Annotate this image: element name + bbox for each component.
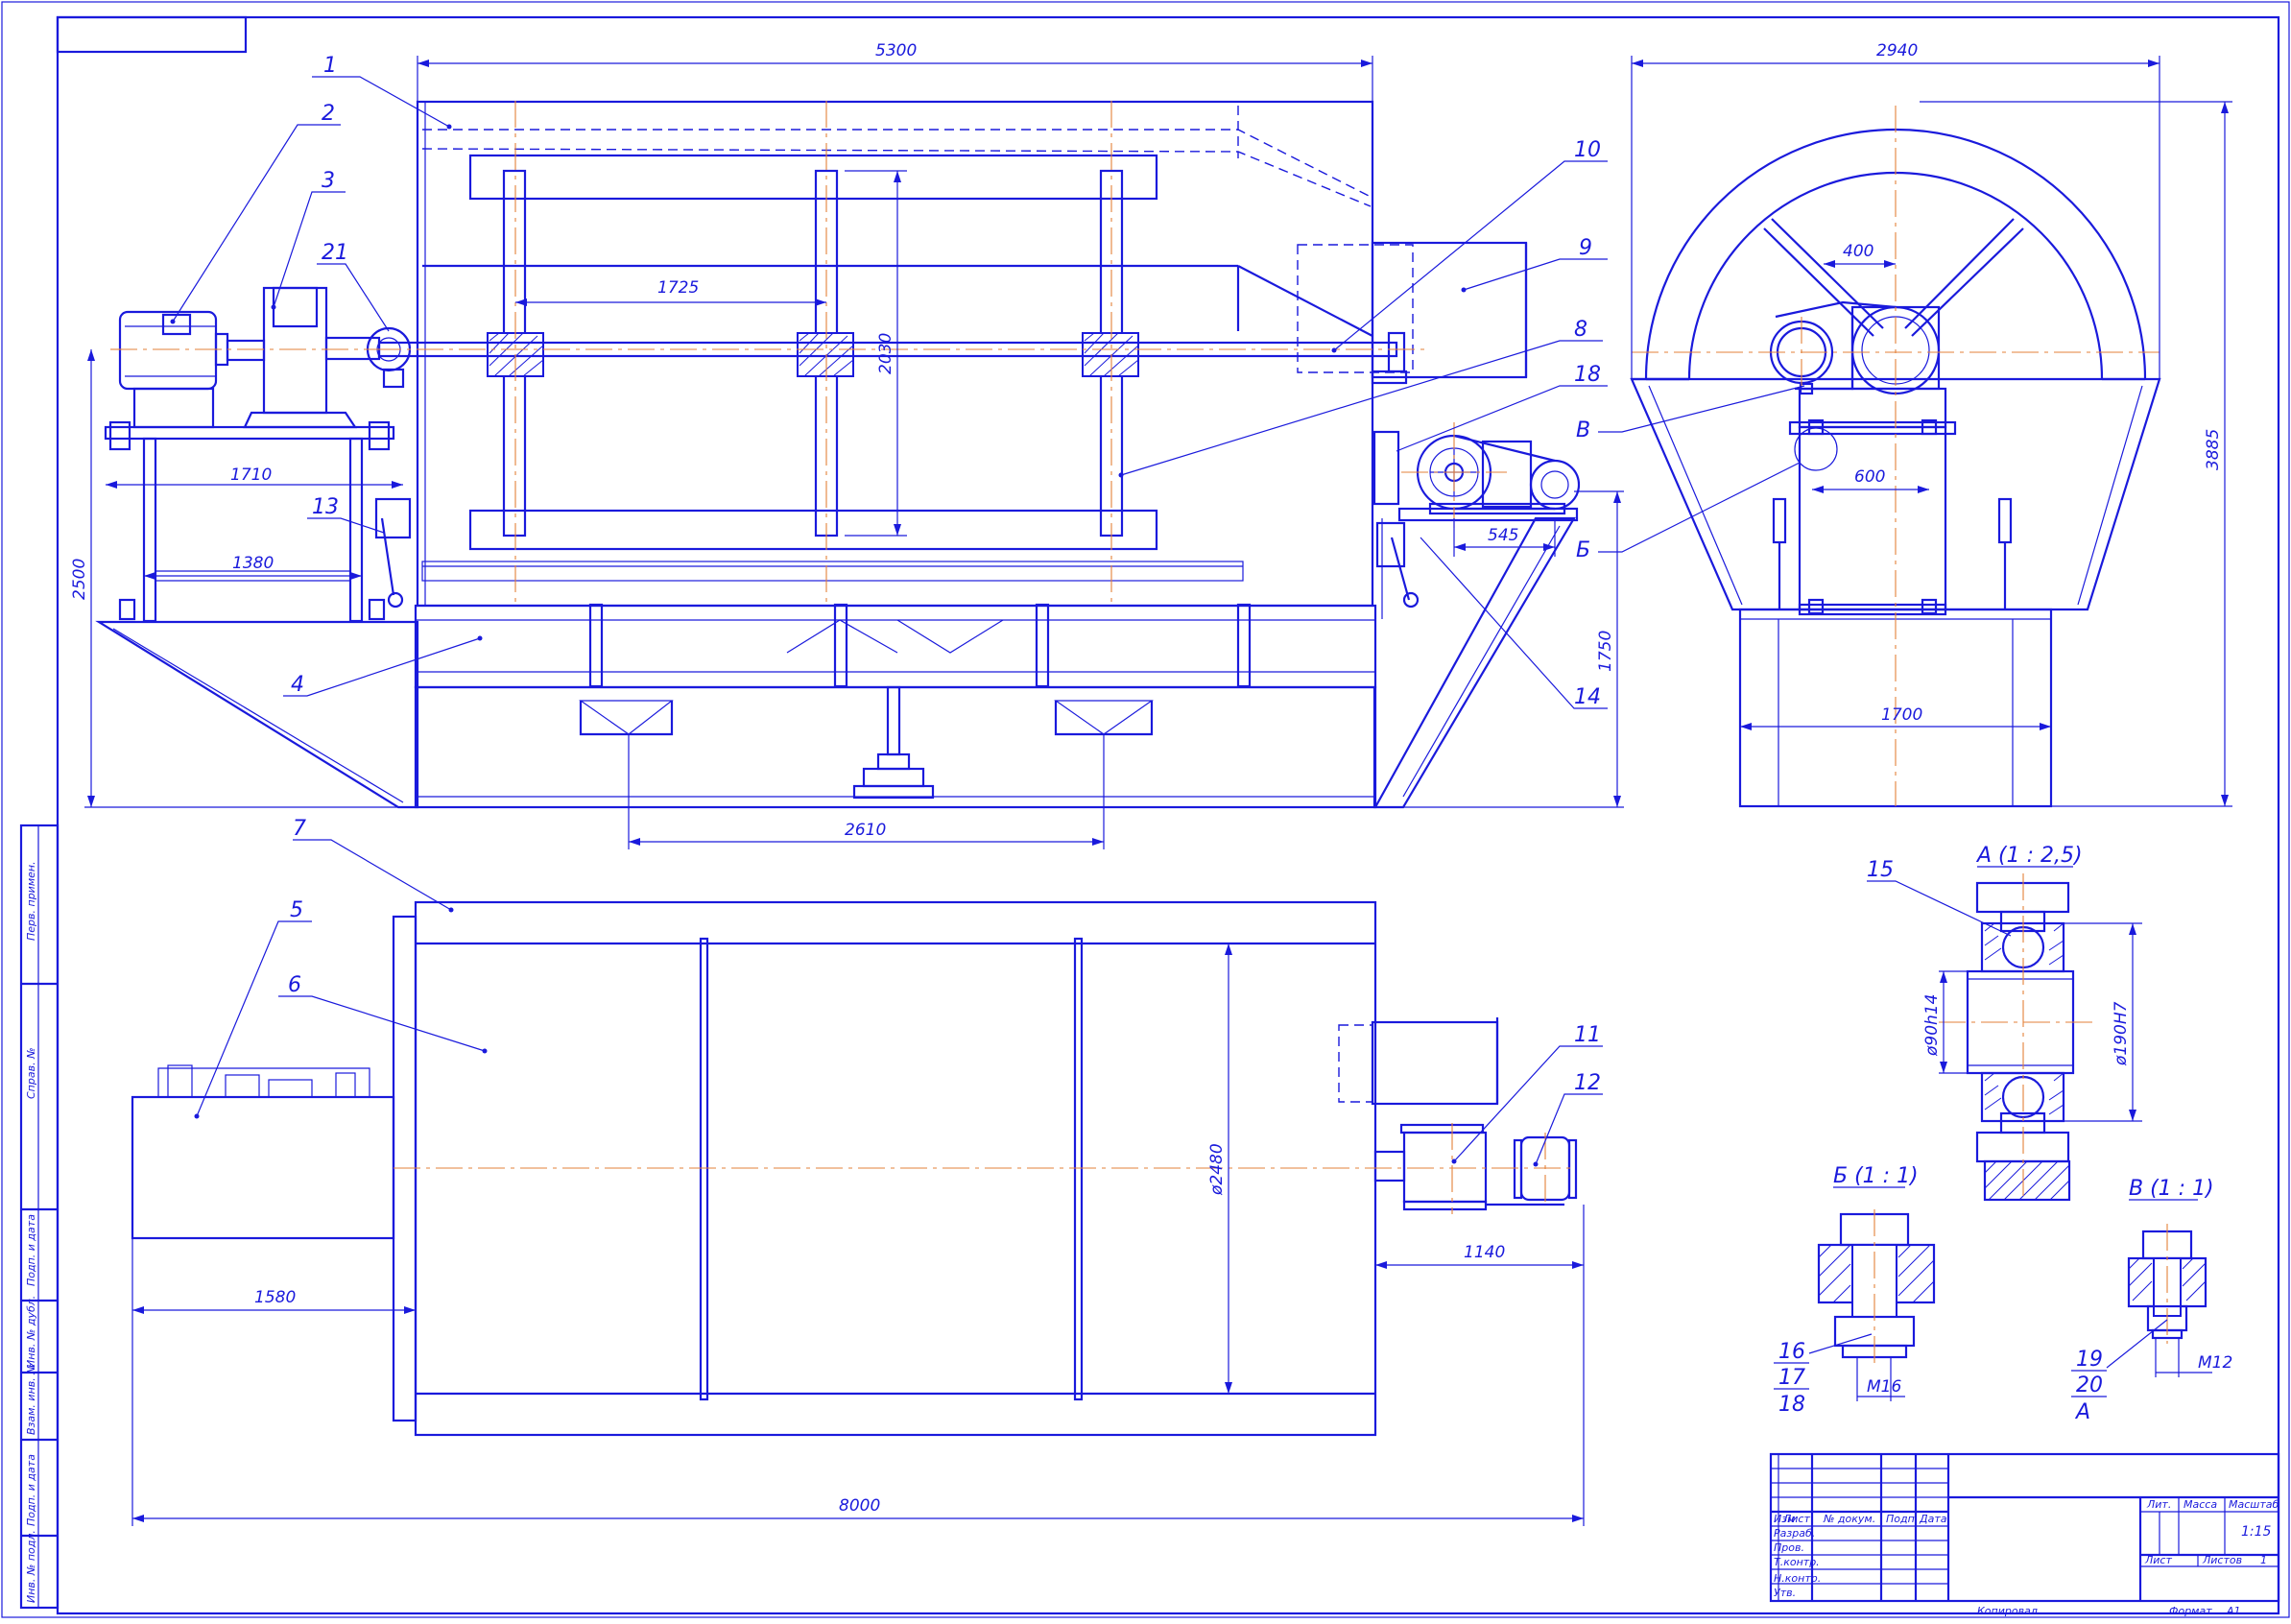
tb-sheets-count: 1	[2260, 1554, 2267, 1566]
callout-10: 10	[1574, 138, 1601, 162]
dim-3885: 3885	[2204, 429, 2223, 470]
tb-tkontr: Т.контр.	[1774, 1556, 1820, 1568]
detail-v: В (1 : 1) M12 19 20 А	[2071, 1177, 2232, 1424]
callout-3: 3	[322, 169, 335, 193]
title-block: Изм Лист № докум. Подп. Дата Разраб. Про…	[1769, 1452, 2280, 1617]
tb-sheets: Листов	[2202, 1554, 2242, 1566]
tb-nkontr: Н.контр.	[1774, 1572, 1821, 1585]
stamp-text-5: Взам. инв. №	[25, 1363, 37, 1435]
callout-17: 17	[1778, 1366, 1805, 1390]
tb-razrab: Разраб.	[1774, 1527, 1815, 1540]
dim-545: 545	[1488, 526, 1518, 545]
plan-view-dimensions: ø2480 1580 1140 8000	[131, 943, 1585, 1526]
stamp-text-4: Инв. № дубл.	[25, 1296, 37, 1368]
tb-format: A1	[2226, 1605, 2241, 1617]
dim-2030: 2030	[876, 333, 895, 374]
detail-b: Б (1 : 1) M16 16 17 18	[1774, 1164, 1936, 1417]
callout-19: 19	[2076, 1348, 2103, 1372]
dim-1140: 1140	[1464, 1243, 1505, 1262]
callout-9: 9	[1579, 236, 1592, 260]
stamp-text-7: Инв. № подл.	[25, 1530, 37, 1603]
tb-scale: 1:15	[2241, 1524, 2272, 1540]
fit-housing: ø190H7	[2112, 1001, 2131, 1066]
tb-date: Дата	[1919, 1513, 1947, 1525]
stamp-text-3: Подп. и дата	[25, 1214, 37, 1286]
tb-massa: Масса	[2184, 1498, 2217, 1511]
callout-6: 6	[288, 973, 301, 997]
dim-1700: 1700	[1881, 705, 1922, 725]
detail-a: А (1 : 2,5) ø90h14 ø190H7 15	[1867, 844, 2142, 1202]
callout-15: 15	[1867, 858, 1894, 882]
detail-a-title: А (1 : 2,5)	[1975, 844, 2083, 868]
callout-8: 8	[1574, 318, 1587, 342]
tb-format-label: Формат	[2169, 1605, 2212, 1617]
tb-utv: Утв.	[1774, 1587, 1796, 1599]
tb-sheet: Лист	[2144, 1554, 2172, 1566]
dim-2480: ø2480	[1207, 1143, 1227, 1196]
tb-sign: Подп.	[1886, 1513, 1918, 1525]
dim-2940: 2940	[1876, 41, 1918, 60]
plan-view: ø2480 1580 1140 8000 7 6 5 11 12	[131, 817, 1603, 1526]
side-view: 5300 1710 1380 1725 2030 2500 2610 545 1…	[70, 41, 1624, 849]
dim-600: 600	[1854, 467, 1885, 487]
fit-shaft: ø90h14	[1922, 994, 1942, 1057]
stamp-text-1: Перв. примен.	[25, 861, 37, 941]
technical-drawing: Перв. примен. Справ. № Подп. и дата Инв.…	[1, 1, 2290, 1618]
tb-list: Лист	[1782, 1513, 1810, 1525]
callout-11: 11	[1574, 1023, 1601, 1047]
callout-4: 4	[291, 673, 304, 697]
dim-2610: 2610	[845, 821, 886, 840]
stamp-text-6: Подп. и дата	[25, 1454, 37, 1526]
dim-5300: 5300	[875, 41, 917, 60]
detail-b-title: Б (1 : 1)	[1833, 1164, 1919, 1188]
dim-8000: 8000	[839, 1496, 880, 1516]
callout-7: 7	[293, 817, 306, 841]
dim-2500: 2500	[70, 559, 89, 600]
thread-m12: M12	[2198, 1353, 2232, 1373]
callout-2: 2	[322, 102, 335, 126]
dim-400: 400	[1843, 242, 1873, 261]
stamp-text-2: Справ. №	[25, 1047, 37, 1099]
callout-16: 16	[1778, 1340, 1805, 1364]
drawing-sheet: Перв. примен. Справ. № Подп. и дата Инв.…	[0, 0, 2291, 1619]
callout-1: 1	[323, 54, 337, 78]
dim-1710: 1710	[230, 466, 272, 485]
callout-B: Б	[1576, 538, 1590, 562]
tb-doc: № докум.	[1823, 1513, 1875, 1525]
callout-18b: 18	[1778, 1393, 1805, 1417]
callout-20: 20	[2076, 1373, 2103, 1397]
side-view-dimensions: 5300 1710 1380 1725 2030 2500 2610 545 1…	[70, 41, 1624, 849]
callout-14: 14	[1574, 685, 1601, 709]
callout-18: 18	[1574, 363, 1601, 387]
tb-lit: Лит.	[2146, 1498, 2171, 1511]
dim-1725: 1725	[657, 278, 699, 298]
callout-A: 21	[322, 241, 348, 265]
side-stamp: Перв. примен. Справ. № Подп. и дата Инв.…	[19, 824, 60, 1610]
callout-21: А	[2074, 1400, 2090, 1424]
tb-copied: Копировал	[1977, 1605, 2038, 1617]
end-view-dimensions: 2940 400 600 1700 3885	[1631, 41, 2232, 807]
dim-1750: 1750	[1596, 631, 1615, 672]
tb-prov: Пров.	[1774, 1541, 1804, 1554]
callout-5: 5	[290, 898, 303, 922]
dim-1380: 1380	[232, 554, 274, 573]
callout-12: 12	[1574, 1071, 1601, 1095]
plan-view-callouts: 7 6 5 11 12	[194, 817, 1603, 1167]
detail-v-title: В (1 : 1)	[2129, 1177, 2214, 1201]
detail-a-hatching	[1984, 922, 2070, 1201]
side-view-callouts: 1 2 3 21 4 13 10 9 8 18 14	[170, 54, 1608, 709]
tb-masshtab: Масштаб	[2229, 1498, 2279, 1511]
callout-V: В	[1576, 418, 1590, 442]
callout-13: 13	[312, 495, 339, 519]
end-view-callouts: В Б	[1576, 385, 1838, 562]
dim-1580: 1580	[254, 1288, 296, 1307]
thread-m16: M16	[1867, 1377, 1901, 1397]
end-view: 2940 400 600 1700 3885 В Б	[1576, 41, 2232, 808]
